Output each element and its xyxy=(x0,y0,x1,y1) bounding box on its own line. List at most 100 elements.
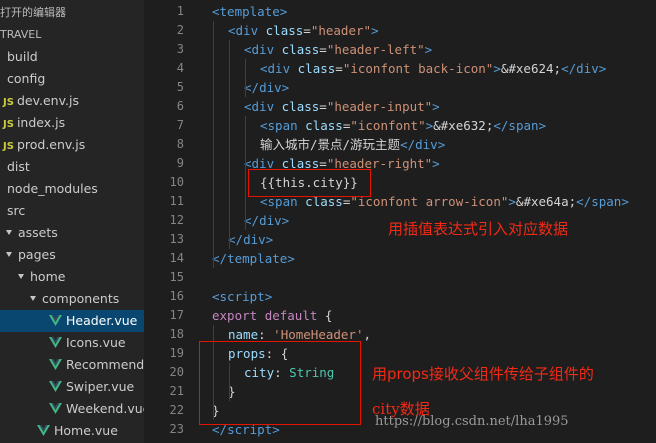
code-editor[interactable]: 1 2 3 4 5 6 7 8 9 10 11 12 13 14 15 16 17 18 19 20 21 22 23 <t… xyxy=(144,0,656,443)
code-token: "iconfont back-icon" xyxy=(342,61,494,76)
tree-item-label: components xyxy=(42,291,120,306)
tree-item-recommend-v[interactable]: Recommend.v... xyxy=(0,354,144,376)
code-token: </ xyxy=(212,251,228,266)
indent-guide xyxy=(229,40,230,249)
annotation-interpolation: 用插值表达式引入对应数据 xyxy=(388,220,569,238)
highlight-box-interpolation xyxy=(248,169,371,197)
tree-item-label: home xyxy=(30,269,66,284)
code-token: > xyxy=(538,118,547,133)
code-line[interactable]: 输入城市/景点/游玩主题</div> xyxy=(260,135,445,154)
tree-item-prod-env-js[interactable]: JS prod.env.js xyxy=(0,134,144,156)
chevron-down-icon[interactable] xyxy=(6,230,12,235)
code-token: class xyxy=(265,23,304,38)
code-token: > xyxy=(432,156,440,171)
indent-guide xyxy=(245,116,246,173)
code-token: div xyxy=(259,213,282,228)
code-token: script xyxy=(219,289,265,304)
tree-item-config[interactable]: config xyxy=(0,68,144,90)
code-token: > xyxy=(371,23,379,38)
tree-item-node-modules[interactable]: node_modules xyxy=(0,178,144,200)
code-token: span xyxy=(508,118,539,133)
tree-item-icons-vue[interactable]: Icons.vue xyxy=(0,332,144,354)
code-token: > xyxy=(437,137,446,152)
tree-item-build[interactable]: build xyxy=(0,46,144,68)
code-token: > xyxy=(287,251,295,266)
tree-item-label: Weekend.vue xyxy=(66,401,144,416)
line-number: 23 xyxy=(169,422,184,436)
open-editors-label: 打开的编辑器 xyxy=(0,6,66,19)
open-editors-header[interactable]: 打开的编辑器 xyxy=(0,2,144,24)
code-token: < xyxy=(244,42,252,57)
line-number: 7 xyxy=(176,118,184,132)
line-number: 6 xyxy=(176,99,184,113)
tree-item-label: pages xyxy=(18,247,56,262)
code-token: div xyxy=(415,137,438,152)
code-token: = xyxy=(303,23,311,38)
code-token: class xyxy=(281,99,320,114)
code-token: </ xyxy=(244,213,260,228)
code-line[interactable]: </div> xyxy=(244,78,289,97)
tree-item-home-vue[interactable]: Home.vue xyxy=(0,420,144,442)
tree-item-header-vue[interactable]: Header.vue xyxy=(0,310,144,332)
vue-file-icon xyxy=(49,380,62,392)
line-number: 12 xyxy=(169,213,184,227)
line-number: 1 xyxy=(176,4,184,18)
tree-item-components[interactable]: components xyxy=(0,288,144,310)
tree-item-swiper-vue[interactable]: Swiper.vue xyxy=(0,376,144,398)
project-label: TRAVEL xyxy=(0,28,42,41)
code-token: 'HomeHeader' xyxy=(273,327,364,342)
code-token: = xyxy=(335,61,343,76)
code-line[interactable]: <div class="header"> xyxy=(228,21,379,40)
watermark-url: https://blog.csdn.net/lha1995 xyxy=(375,414,569,429)
code-token: div xyxy=(251,99,275,114)
code-token: < xyxy=(228,23,236,38)
code-token: , xyxy=(363,327,372,342)
tree-item-dev-env-js[interactable]: JS dev.env.js xyxy=(0,90,144,112)
code-token: template xyxy=(227,251,288,266)
code-token: < xyxy=(244,99,252,114)
code-token: > xyxy=(424,42,433,57)
vue-file-icon xyxy=(49,402,62,414)
tree-item-src[interactable]: src xyxy=(0,200,144,222)
project-header[interactable]: TRAVEL xyxy=(0,24,144,46)
tree-item-pages[interactable]: pages xyxy=(0,244,144,266)
tree-item-label: dev.env.js xyxy=(16,93,79,108)
tree-item-assets[interactable]: assets xyxy=(0,222,144,244)
code-token: div xyxy=(235,23,259,38)
line-number: 14 xyxy=(169,251,184,265)
code-line[interactable]: <div class="header-left"> xyxy=(244,40,432,59)
code-token: "header-input" xyxy=(326,99,433,114)
code-line[interactable]: </div> xyxy=(228,230,273,249)
code-line[interactable]: <div class="header-input"> xyxy=(244,97,440,116)
tree-item-weekend-vue[interactable]: Weekend.vue xyxy=(0,398,144,420)
code-line[interactable]: </template> xyxy=(212,249,295,268)
tree-item-home[interactable]: home xyxy=(0,266,144,288)
code-token: < xyxy=(260,61,268,76)
code-token: "iconfont" xyxy=(350,118,426,133)
code-line[interactable]: <script> xyxy=(212,287,272,306)
tree-item-label: Icons.vue xyxy=(66,335,126,350)
code-token: = xyxy=(319,42,327,57)
chevron-down-icon[interactable] xyxy=(30,296,36,301)
code-token: = xyxy=(319,99,327,114)
vue-file-icon xyxy=(49,314,62,326)
code-line[interactable]: <template> xyxy=(212,2,287,21)
code-token: div xyxy=(259,80,282,95)
code-token: : xyxy=(258,327,274,342)
code-line[interactable]: <div class="iconfont back-icon">&#xe624;… xyxy=(260,59,606,78)
js-file-icon: JS xyxy=(3,119,14,130)
code-token: > xyxy=(425,118,434,133)
code-token: default xyxy=(264,308,318,323)
code-token: > xyxy=(265,232,274,247)
code-token: </ xyxy=(244,80,260,95)
tree-item-index-js[interactable]: JS index.js xyxy=(0,112,144,134)
code-line[interactable]: export default { xyxy=(212,306,332,325)
chevron-down-icon[interactable] xyxy=(6,252,12,257)
code-line[interactable]: <span class="iconfont">&#xe632;</span> xyxy=(260,116,546,135)
chevron-down-icon[interactable] xyxy=(18,274,24,279)
tree-item-dist[interactable]: dist xyxy=(0,156,144,178)
code-token: </ xyxy=(228,232,244,247)
code-token: < xyxy=(260,118,268,133)
code-line[interactable]: </div> xyxy=(244,211,289,230)
